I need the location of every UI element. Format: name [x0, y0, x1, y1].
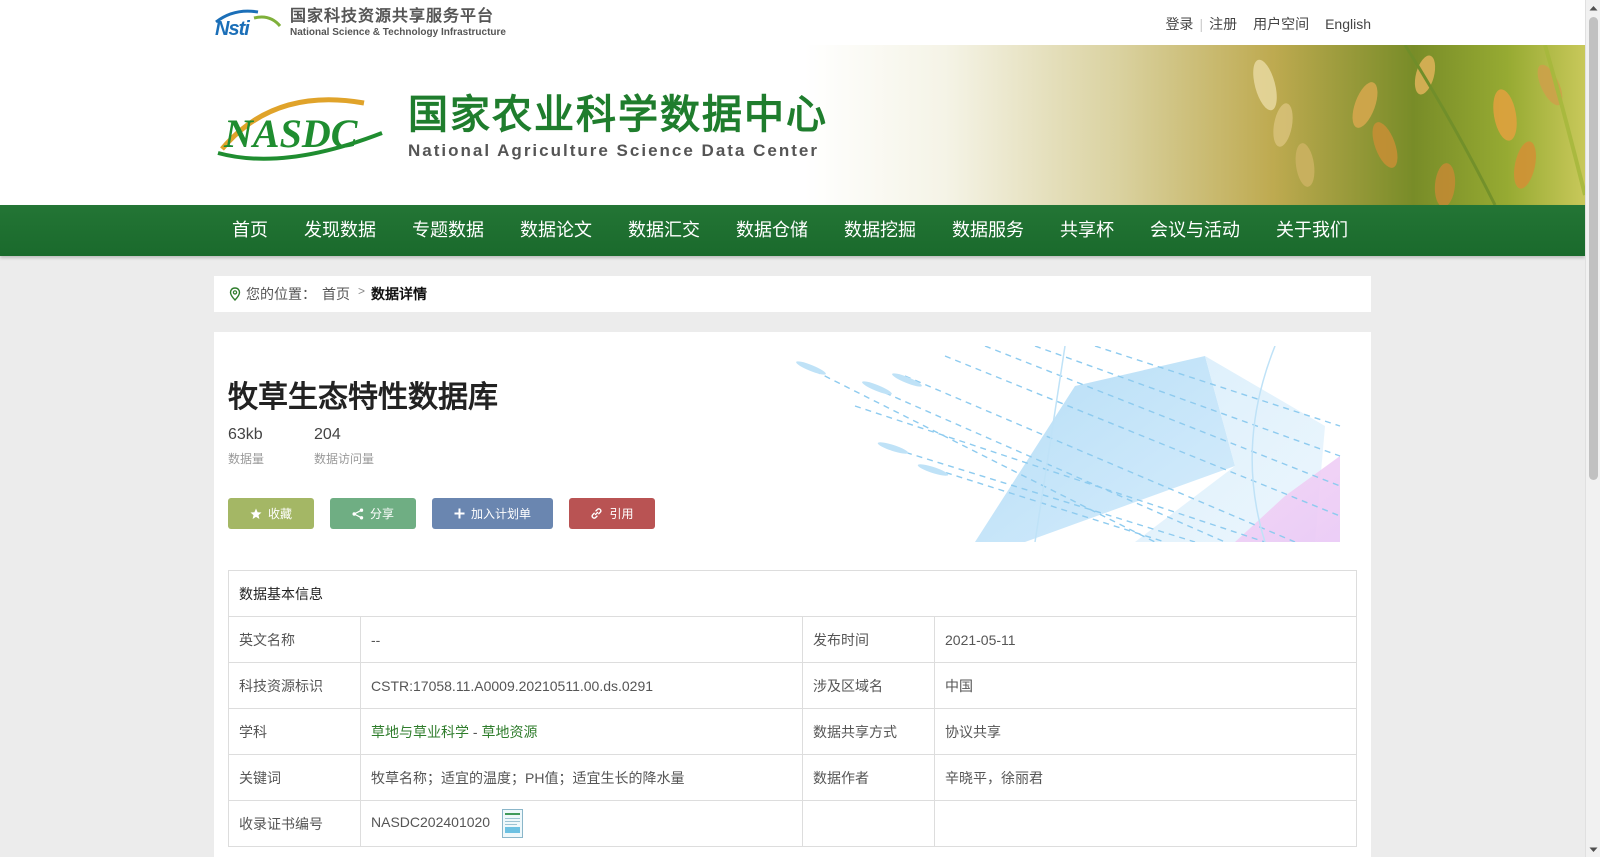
value-certificate-number: NASDC202401020 — [371, 814, 491, 831]
svg-text:NASDC: NASDC — [223, 111, 359, 156]
stat-visits: 204 数据访问量 — [314, 426, 374, 467]
breadcrumb-label: 您的位置： — [246, 286, 316, 302]
value-english-name: -- — [360, 616, 803, 663]
login-link[interactable]: 登录 — [1165, 14, 1193, 34]
label-publish-date: 发布时间 — [802, 616, 935, 663]
value-authors: 辛晓平，徐丽君 — [934, 754, 1357, 801]
stat-data-size-value: 63kb — [228, 426, 263, 443]
table-row: 收录证书编号 NASDC202401020 — [228, 800, 1357, 847]
breadcrumb-current: 数据详情 — [371, 286, 428, 302]
table-row: 学科 草地与草业科学 - 草地资源 数据共享方式 协议共享 — [228, 708, 1357, 755]
star-icon — [250, 508, 262, 519]
nav-item-data-papers[interactable]: 数据论文 — [502, 205, 610, 256]
nsti-brand-cn: 国家科技资源共享服务平台 — [290, 7, 495, 25]
nasdc-title-cn: 国家农业科学数据中心 — [408, 92, 828, 138]
top-links: 登录 | 注册 用户空间 English — [1165, 14, 1371, 34]
location-pin-icon — [229, 287, 241, 301]
header-banner: NASDC 国家农业科学数据中心 National Agriculture Sc… — [0, 45, 1585, 205]
plus-icon — [454, 508, 465, 519]
nav-item-data-mining[interactable]: 数据挖掘 — [826, 205, 934, 256]
nav-item-meetings-events[interactable]: 会议与活动 — [1132, 205, 1258, 256]
nasdc-title: 国家农业科学数据中心 National Agriculture Science … — [408, 93, 828, 161]
nsti-logo-mark: Nsti — [214, 8, 282, 38]
stat-visits-label: 数据访问量 — [314, 452, 375, 466]
add-to-plan-button-label: 加入计划单 — [470, 507, 531, 521]
dataset-stats: 63kb 数据量 204 数据访问量 — [228, 426, 424, 467]
top-link-divider: | — [1199, 16, 1204, 32]
stat-data-size: 63kb 数据量 — [228, 426, 264, 467]
breadcrumb-separator: > — [358, 284, 366, 298]
table-row: 英文名称 -- 发布时间 2021-05-11 — [228, 616, 1357, 663]
stat-data-size-label: 数据量 — [228, 452, 265, 466]
share-button[interactable]: 分享 — [330, 498, 416, 529]
nsti-logo[interactable]: Nsti 国家科技资源共享服务平台 National Science & Tec… — [214, 8, 506, 38]
value-keywords: 牧草名称；适宜的温度；PH值；适宜生长的降水量 — [360, 754, 803, 801]
label-sharing-mode: 数据共享方式 — [802, 708, 935, 755]
share-icon — [352, 508, 364, 519]
nav-item-topic-data[interactable]: 专题数据 — [394, 205, 502, 256]
nsti-brand-en: National Science & Technology Infrastruc… — [290, 26, 506, 38]
nasdc-logo[interactable]: NASDC — [214, 93, 386, 163]
favorite-button-label: 收藏 — [267, 507, 292, 521]
stat-visits-value: 204 — [314, 426, 341, 443]
label-resource-id: 科技资源标识 — [228, 662, 361, 709]
basic-info-heading: 数据基本信息 — [228, 570, 1357, 617]
cite-button-label: 引用 — [609, 507, 634, 521]
nav-item-data-repository[interactable]: 数据仓储 — [718, 205, 826, 256]
table-header-row: 数据基本信息 — [228, 570, 1357, 617]
dataset-card: 牧草生态特性数据库 63kb 数据量 204 数据访问量 收藏 分享 加入计划单… — [214, 332, 1371, 857]
page-scrollbar[interactable] — [1585, 0, 1600, 857]
page: Nsti 国家科技资源共享服务平台 National Science & Tec… — [0, 0, 1585, 857]
breadcrumb: 您的位置： 首页 > 数据详情 — [214, 276, 1371, 312]
main-nav: 首页 发现数据 专题数据 数据论文 数据汇交 数据仓储 数据挖掘 数据服务 共享… — [0, 205, 1585, 256]
basic-info-table: 数据基本信息 英文名称 -- 发布时间 2021-05-11 科技资源标识 CS… — [228, 570, 1357, 847]
table-row: 关键词 牧草名称；适宜的温度；PH值；适宜生长的降水量 数据作者 辛晓平，徐丽君 — [228, 754, 1357, 801]
subject-sub-link[interactable]: 草地资源 — [481, 724, 537, 740]
nasdc-title-en: National Agriculture Science Data Center — [408, 141, 819, 160]
label-keywords: 关键词 — [228, 754, 361, 801]
top-bar: Nsti 国家科技资源共享服务平台 National Science & Tec… — [0, 0, 1585, 45]
scroll-up-arrow-icon[interactable] — [1586, 0, 1600, 15]
cite-button[interactable]: 引用 — [569, 498, 655, 529]
label-authors: 数据作者 — [802, 754, 935, 801]
subject-main-link[interactable]: 草地与草业科学 — [371, 724, 469, 740]
data-cube-illustration — [796, 346, 1341, 542]
value-publish-date: 2021-05-11 — [934, 616, 1357, 663]
dataset-title: 牧草生态特性数据库 — [228, 380, 498, 415]
svg-text:Nsti: Nsti — [215, 18, 250, 38]
value-sharing-mode: 协议共享 — [934, 708, 1357, 755]
favorite-button[interactable]: 收藏 — [228, 498, 314, 529]
value-region: 中国 — [934, 662, 1357, 709]
table-row: 科技资源标识 CSTR:17058.11.A0009.20210511.00.d… — [228, 662, 1357, 709]
nav-item-home[interactable]: 首页 — [214, 205, 286, 256]
nav-item-discover-data[interactable]: 发现数据 — [286, 205, 394, 256]
link-icon — [592, 508, 602, 519]
breadcrumb-home[interactable]: 首页 — [322, 284, 350, 304]
label-english-name: 英文名称 — [228, 616, 361, 663]
nav-item-data-submission[interactable]: 数据汇交 — [610, 205, 718, 256]
nav-item-about-us[interactable]: 关于我们 — [1258, 205, 1366, 256]
scroll-down-arrow-icon[interactable] — [1586, 842, 1600, 857]
nav-item-sharing-cup[interactable]: 共享杯 — [1042, 205, 1132, 256]
english-link[interactable]: English — [1325, 16, 1371, 32]
subject-separator: - — [472, 723, 478, 740]
label-subject: 学科 — [228, 708, 361, 755]
value-subject: 草地与草业科学 - 草地资源 — [360, 708, 803, 755]
certificate-icon[interactable] — [501, 809, 523, 838]
scrollbar-thumb[interactable] — [1589, 17, 1598, 480]
share-button-label: 分享 — [369, 507, 394, 521]
dataset-actions: 收藏 分享 加入计划单 引用 — [228, 498, 671, 529]
user-space-link[interactable]: 用户空间 — [1253, 14, 1309, 34]
add-to-plan-button[interactable]: 加入计划单 — [432, 498, 553, 529]
value-resource-id: CSTR:17058.11.A0009.20210511.00.ds.0291 — [360, 662, 803, 709]
register-link[interactable]: 注册 — [1209, 14, 1237, 34]
nav-item-data-services[interactable]: 数据服务 — [934, 205, 1042, 256]
label-empty — [802, 800, 935, 847]
value-certificate-number-cell: NASDC202401020 — [360, 800, 803, 847]
label-certificate-number: 收录证书编号 — [228, 800, 361, 847]
label-region: 涉及区域名 — [802, 662, 935, 709]
value-empty — [934, 800, 1357, 847]
